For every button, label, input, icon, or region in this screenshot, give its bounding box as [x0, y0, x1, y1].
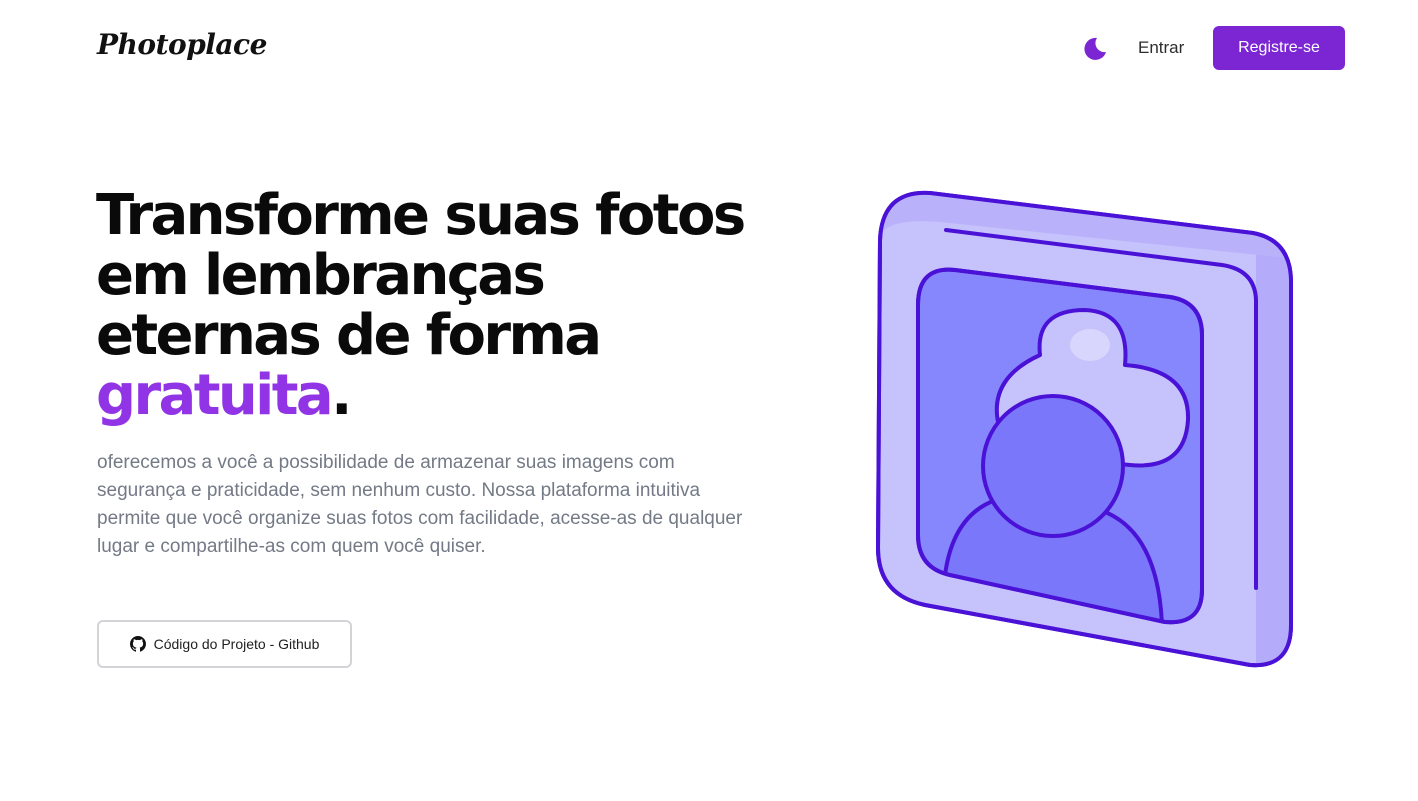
- headline-line: Transforme suas fotos: [96, 183, 746, 248]
- headline-line: eternas de forma: [96, 303, 602, 368]
- headline-period: .: [331, 363, 352, 428]
- headline-line: em lembranças: [96, 243, 546, 308]
- hero-headline: Transforme suas fotos em lembranças eter…: [96, 186, 796, 426]
- github-button-label: Código do Projeto - Github: [153, 636, 320, 652]
- landing-page: Photoplace Entrar Registre-se Transforme…: [0, 0, 1418, 801]
- headline-accent-word: gratuita: [96, 363, 334, 428]
- github-icon: [129, 636, 146, 652]
- headline-line-last: gratuita.: [96, 366, 796, 426]
- login-link[interactable]: Entrar: [1138, 38, 1184, 58]
- moon-icon[interactable]: [1080, 34, 1108, 62]
- register-button[interactable]: Registre-se: [1213, 26, 1345, 70]
- photo-frame-icon: [876, 190, 1293, 668]
- hero-description: oferecemos a você a possibilidade de arm…: [97, 452, 743, 557]
- github-project-button[interactable]: Código do Projeto - Github: [97, 620, 352, 668]
- brand-logo[interactable]: Photoplace: [97, 28, 267, 61]
